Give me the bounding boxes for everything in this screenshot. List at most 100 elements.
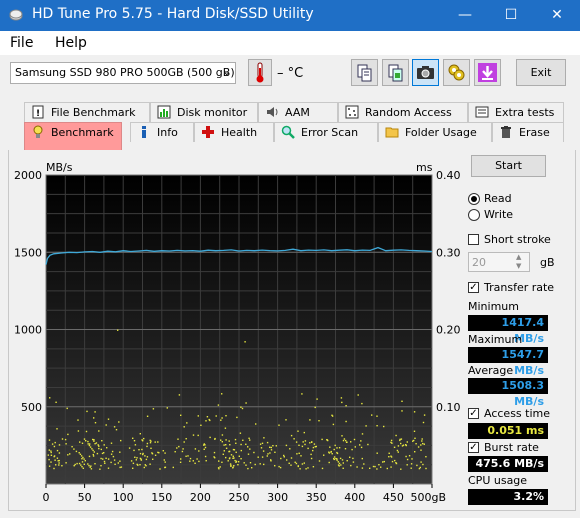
tab-aam[interactable]: AAM — [258, 102, 338, 122]
access-time-point — [189, 457, 192, 460]
access-time-point — [422, 463, 424, 466]
access-time-point — [234, 459, 236, 462]
menu-file[interactable]: File — [10, 35, 33, 51]
access-time-point — [245, 443, 247, 445]
tab-folder-usage[interactable]: Folder Usage — [378, 122, 492, 142]
spin-down-icon[interactable]: ▼ — [516, 262, 521, 270]
screenshot-button[interactable] — [412, 59, 439, 86]
minimize-button[interactable]: — — [442, 0, 488, 31]
access-time-point — [218, 460, 220, 462]
access-time-point — [266, 455, 268, 457]
start-button[interactable]: Start — [471, 155, 546, 177]
access-time-point — [298, 452, 300, 454]
health-cross-icon — [202, 126, 214, 138]
short-stroke-checkbox[interactable] — [468, 234, 479, 245]
close-button[interactable]: ✕ — [534, 0, 580, 31]
save-button[interactable] — [474, 59, 501, 86]
spin-up-icon[interactable]: ▲ — [516, 253, 521, 261]
access-time-point — [87, 440, 89, 443]
read-radio[interactable] — [468, 193, 480, 205]
tab-file-benchmark[interactable]: ! File Benchmark — [24, 102, 150, 122]
temperature-button[interactable] — [248, 59, 272, 86]
access-time-point — [192, 460, 194, 462]
access-time-point — [237, 464, 239, 466]
access-time-point — [310, 453, 312, 456]
access-time-point — [78, 462, 81, 465]
access-time-point — [261, 442, 264, 444]
access-time-point — [146, 442, 149, 445]
tab-info[interactable]: Info — [130, 122, 194, 142]
access-time-point — [218, 468, 220, 470]
access-time-point — [274, 451, 276, 453]
access-time-point — [75, 450, 78, 453]
access-time-point — [402, 444, 405, 446]
copy-image-button[interactable] — [382, 59, 409, 86]
access-time-point — [79, 453, 82, 455]
access-time-point — [391, 442, 393, 444]
maximize-button[interactable]: ☐ — [488, 0, 534, 31]
access-time-point — [295, 441, 298, 443]
access-time-point — [146, 445, 148, 448]
tab-erase[interactable]: Erase — [492, 122, 564, 142]
access-time-point — [219, 466, 221, 468]
access-time-point — [263, 463, 265, 466]
access-time-point — [56, 449, 59, 452]
exit-button[interactable]: Exit — [516, 59, 566, 86]
access-time-point — [307, 467, 309, 469]
y-right-tick-labels: 0.40 0.30 0.20 0.10 — [436, 169, 460, 414]
access-time-point — [185, 455, 187, 457]
access-time-point — [186, 422, 188, 424]
access-time-point — [376, 415, 378, 417]
access-time-point — [372, 465, 375, 468]
access-time-point — [183, 426, 185, 428]
access-time-checkbox[interactable]: ✓ — [468, 408, 479, 419]
access-time-point — [154, 441, 156, 443]
access-time-point — [221, 417, 223, 419]
menu-help[interactable]: Help — [55, 35, 87, 51]
tab-disk-monitor[interactable]: Disk monitor — [150, 102, 258, 122]
access-time-point — [378, 464, 380, 466]
tab-random-access[interactable]: Random Access — [338, 102, 468, 122]
tab-health[interactable]: Health — [194, 122, 274, 142]
access-time-point — [410, 463, 413, 465]
access-time-point — [139, 464, 141, 466]
access-time-point — [99, 468, 101, 470]
access-time-point — [55, 401, 57, 403]
access-time-point — [176, 447, 178, 449]
burst-rate-checkbox[interactable]: ✓ — [468, 442, 479, 453]
access-time-point — [132, 437, 134, 439]
access-time-point — [110, 442, 113, 444]
access-time-point — [149, 463, 151, 465]
tab-extra-tests[interactable]: Extra tests — [468, 102, 564, 122]
short-stroke-spinner[interactable]: 20 ▲ ▼ — [468, 252, 530, 272]
access-time-point — [163, 459, 165, 461]
copy-image-icon — [388, 64, 403, 82]
access-time-point — [262, 450, 265, 452]
access-time-point — [56, 428, 58, 430]
access-time-point — [145, 458, 148, 461]
access-time-point — [338, 447, 341, 449]
short-stroke-value: 20 — [472, 256, 486, 269]
access-time-point — [48, 449, 50, 451]
access-time-point — [223, 450, 225, 452]
access-time-point — [352, 457, 354, 460]
write-radio[interactable] — [468, 209, 480, 221]
access-time-point — [255, 423, 257, 425]
drive-select[interactable]: Samsung SSD 980 PRO 500GB (500 gB) ⌄ — [10, 62, 236, 84]
options-button[interactable] — [443, 59, 470, 86]
transfer-rate-checkbox[interactable]: ✓ — [468, 282, 479, 293]
access-time-point — [164, 452, 166, 454]
access-time-point — [331, 453, 333, 455]
access-time-point — [49, 397, 51, 399]
access-time-point — [101, 452, 104, 455]
access-time-point — [290, 457, 293, 459]
copy-text-button[interactable] — [351, 59, 378, 86]
x-tick-label: 350 — [306, 491, 327, 504]
average-value: 1508.3 MB/s — [468, 378, 548, 408]
folder-icon — [385, 127, 399, 138]
access-time-point — [229, 444, 231, 446]
access-time-point — [283, 454, 285, 457]
access-time-point — [395, 434, 397, 437]
tab-benchmark[interactable]: Benchmark — [24, 122, 122, 150]
tab-error-scan[interactable]: Error Scan — [274, 122, 378, 142]
